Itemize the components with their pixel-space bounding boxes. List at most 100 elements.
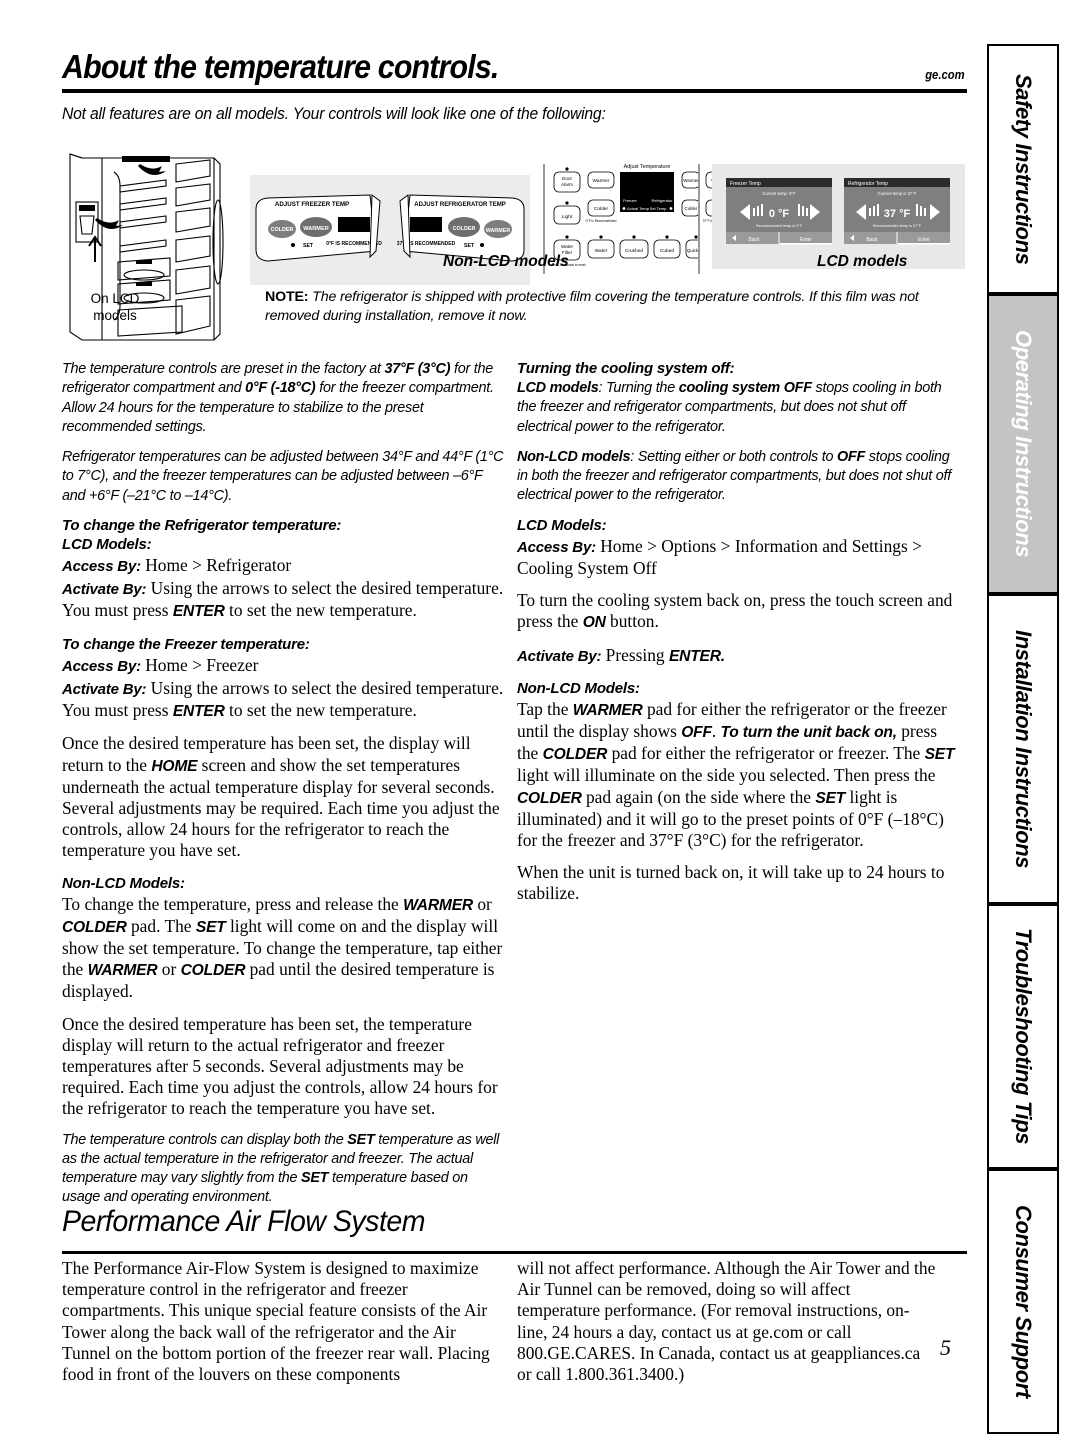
page-title: About the temperature controls. (62, 48, 499, 85)
lcd-models-caption: LCD models (817, 253, 908, 270)
page-header: About the temperature controls. ge.com N… (62, 48, 967, 124)
sidebar-item-operating-instructions[interactable]: Operating Instructions (987, 294, 1059, 594)
tap-k: light will illuminate on the side you se… (517, 765, 936, 786)
nonlcd-models-label: Non-LCD models (517, 448, 631, 465)
access-by-label-2: Access By: (62, 657, 141, 675)
access-by-refrigerator: Access By: Home > Refrigerator (62, 555, 505, 577)
svg-text:Light: Light (562, 214, 573, 220)
section2-rule (62, 1251, 967, 1254)
heading-lcd-models-left: LCD Models: (62, 536, 152, 554)
svg-text:Adjust Temperature: Adjust Temperature (624, 164, 671, 170)
svg-text:Warmer: Warmer (593, 178, 610, 184)
sidebar-item-safety-instructions[interactable]: Safety Instructions (987, 44, 1059, 294)
heading-lcd-models-right: LCD Models: (517, 516, 607, 534)
sidebar-item-label: Installation Instructions (1011, 629, 1036, 869)
svg-text:ADJUST FREEZER TEMP: ADJUST FREEZER TEMP (275, 201, 349, 208)
tap-a: Tap the (517, 698, 573, 719)
svg-text:Enter: Enter (918, 237, 930, 243)
sidebar-item-label: Consumer Support (1011, 1205, 1036, 1398)
nonlcd-cooling-off-paragraph: Non-LCD models: Setting either or both c… (517, 448, 960, 506)
figure-divider-2 (698, 164, 700, 274)
freezer-pad-graphic: ADJUST FREEZER TEMP COLDER WARMER SET 0°… (255, 194, 382, 262)
note-label: NOTE: (265, 289, 309, 305)
turnon-b: button. (605, 611, 659, 632)
sidebar-item-consumer-support[interactable]: Consumer Support (987, 1169, 1059, 1434)
access-by-label: Access By: (62, 558, 141, 576)
svg-text:COLDER: COLDER (271, 227, 294, 233)
non-b: or (472, 893, 492, 914)
illustration-caption-line1: On LCD (90, 291, 140, 306)
once-set-paragraph-2: Once the desired temperature has been se… (62, 1013, 498, 1119)
heading-cooling-off: Turning the cooling system off: (517, 360, 735, 377)
adjust-range-paragraph: Refrigerator temperatures can be adjuste… (62, 449, 504, 504)
tap-m: pad again (on the side where the (581, 786, 816, 807)
last-a: The temperature controls can display bot… (62, 1131, 348, 1148)
svg-text:Water: Water (561, 244, 574, 249)
sidebar-item-installation-instructions[interactable]: Installation Instructions (987, 594, 1059, 904)
illustration-caption: On LCD models (80, 290, 150, 324)
enter-key-ref: ENTER (172, 603, 225, 621)
svg-text:Warmer: Warmer (683, 178, 699, 183)
heading-nonlcd-models-right: Non-LCD Models: (517, 679, 640, 697)
svg-text:Enter: Enter (800, 237, 812, 243)
refrigerator-pad-graphic: ADJUST REFRIGERATOR TEMP COLDER WARMER 3… (397, 194, 525, 262)
colder-key-1: COLDER (62, 918, 127, 936)
brand-url: ge.com (925, 68, 965, 82)
lcd-screen-freezer: Freezer Temp Current temp: 0°F 0 °F Reco… (726, 178, 832, 245)
access-by-label-right: Access By: (517, 538, 596, 556)
colder-key-2: COLDER (180, 962, 246, 980)
enter-key-frz: ENTER (172, 703, 225, 721)
heading-nonlcd-models-left: Non-LCD Models: (62, 874, 185, 892)
header-rule (62, 89, 967, 93)
svg-text:Door: Door (562, 176, 572, 181)
warmer-key-1: WARMER (403, 896, 473, 914)
svg-text:Current temp: 0°F: Current temp: 0°F (762, 191, 796, 196)
right-column: Turning the cooling system off: LCD mode… (517, 360, 960, 916)
turn-unit-back-on-bold: To turn the unit back on, (720, 724, 898, 741)
activate-right-a: Pressing (601, 644, 669, 665)
svg-text:37 °F: 37 °F (884, 208, 911, 220)
svg-text:Back: Back (866, 237, 878, 243)
svg-text:Freezer Temp: Freezer Temp (730, 181, 761, 187)
tap-i: pad for either the refrigerator or freez… (607, 743, 925, 764)
tap-e: . (711, 721, 721, 741)
svg-text:COLDER: COLDER (453, 226, 476, 232)
svg-text:Water: Water (595, 248, 608, 254)
svg-text:Refrigerator: Refrigerator (651, 198, 673, 203)
nonlcd-a: : Setting either or both controls to (630, 448, 837, 465)
preset-freezer-temp: 0°F (-18°C) (245, 380, 316, 397)
section2-title: Performance Air Flow System (62, 1205, 426, 1238)
svg-text:Colder: Colder (594, 206, 609, 212)
svg-text:ADJUST REFRIGERATOR TEMP: ADJUST REFRIGERATOR TEMP (414, 202, 505, 208)
nonlcd-change-paragraph: To change the temperature, press and rel… (62, 894, 505, 1003)
set-light-r2: SET (815, 789, 846, 807)
cooling-system-off-bold: cooling system OFF (678, 380, 812, 396)
svg-text:SET: SET (303, 243, 314, 249)
heading-change-freezer: To change the Freezer temperature: (62, 635, 310, 653)
preset-text-a: The temperature controls are preset in t… (62, 361, 385, 377)
home-key: HOME (151, 757, 198, 775)
svg-text:Crushed: Crushed (625, 248, 643, 254)
lcd-a: : Turning the (598, 380, 679, 396)
lcd-models-label: LCD models (517, 380, 599, 396)
turn-back-on-paragraph: To turn the cooling system back on, pres… (517, 590, 960, 633)
activate-by-refrigerator: Activate By: Using the arrows to select … (62, 578, 505, 622)
svg-text:Back: Back (748, 237, 760, 243)
heading-change-refrigerator: To change the Refrigerator temperature: (62, 517, 342, 535)
set-light-1: SET (195, 918, 226, 936)
section-tabs: Safety Instructions Operating Instructio… (987, 44, 1059, 1434)
on-button: ON (582, 614, 606, 632)
stabilize-paragraph: When the unit is turned back on, it will… (517, 862, 945, 904)
note-text: The refrigerator is shipped with protect… (265, 289, 919, 324)
svg-text:Colder: Colder (685, 206, 698, 211)
non-e: or (157, 959, 181, 980)
section2-left-text: The Performance Air-Flow System is desig… (62, 1258, 490, 1385)
svg-text:Freezer: Freezer (623, 198, 637, 203)
lcd-cooling-off-paragraph: LCD models: Turning the cooling system O… (517, 379, 960, 437)
access-by-freezer-path: Home > Freezer (140, 654, 259, 675)
page-number: 5 (940, 1335, 951, 1360)
nonlcd-turnoff-paragraph: Tap the WARMER pad for either the refrig… (517, 699, 960, 851)
sidebar-item-troubleshooting-tips[interactable]: Troubleshooting Tips (987, 904, 1059, 1169)
svg-text:0 °F: 0 °F (769, 208, 790, 220)
activate-by-label-2: Activate By: (62, 680, 147, 698)
